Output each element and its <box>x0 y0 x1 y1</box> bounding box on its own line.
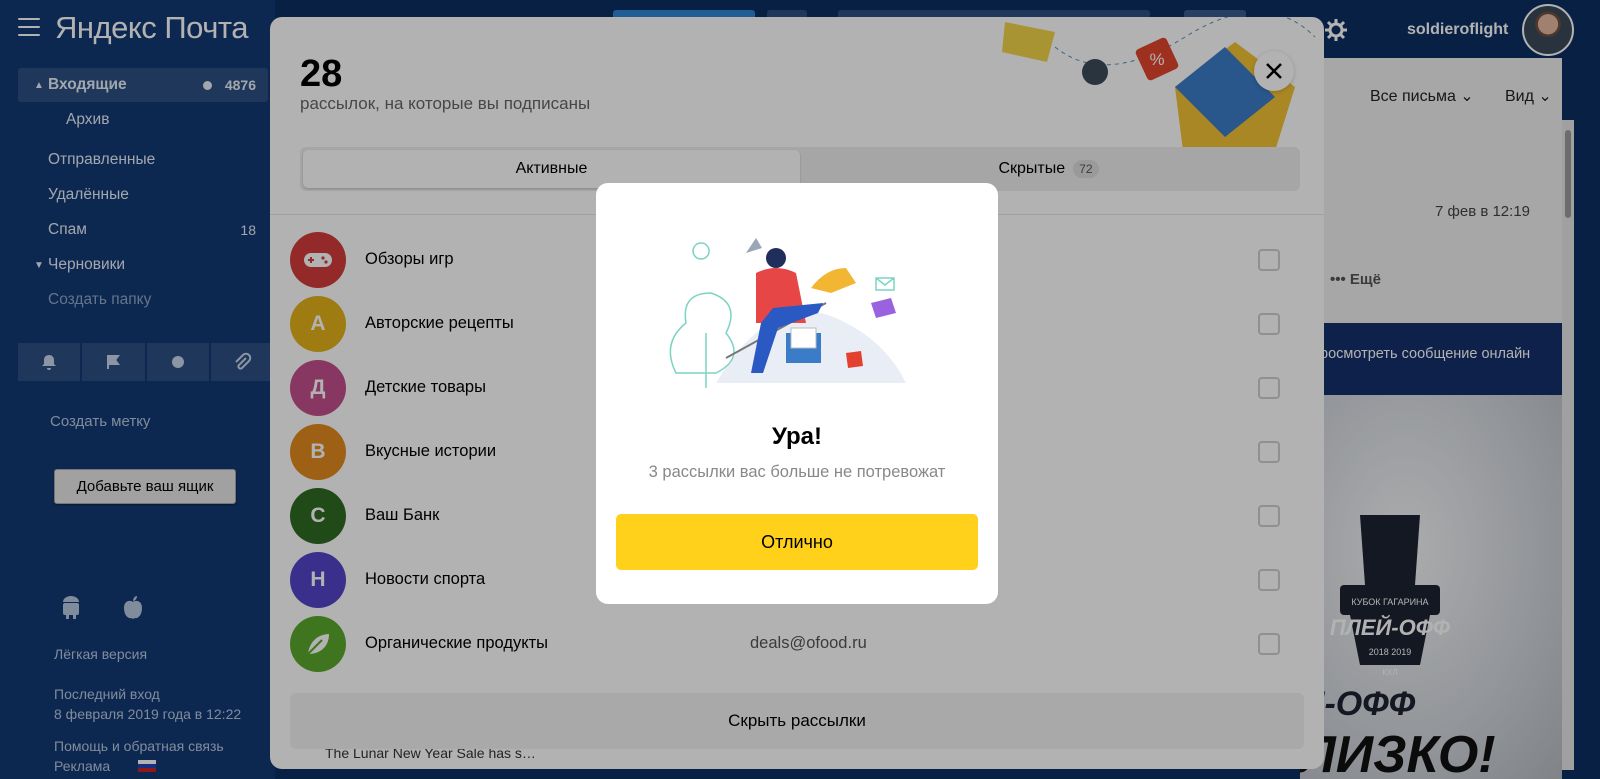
ok-button[interactable]: Отлично <box>616 514 978 570</box>
success-popup: Ура! 3 рассылки вас больше не потревожат… <box>596 183 998 604</box>
popup-message: 3 рассылки вас больше не потревожат <box>648 463 946 481</box>
popup-title: Ура! <box>771 423 822 450</box>
knight-illustration <box>669 238 906 388</box>
